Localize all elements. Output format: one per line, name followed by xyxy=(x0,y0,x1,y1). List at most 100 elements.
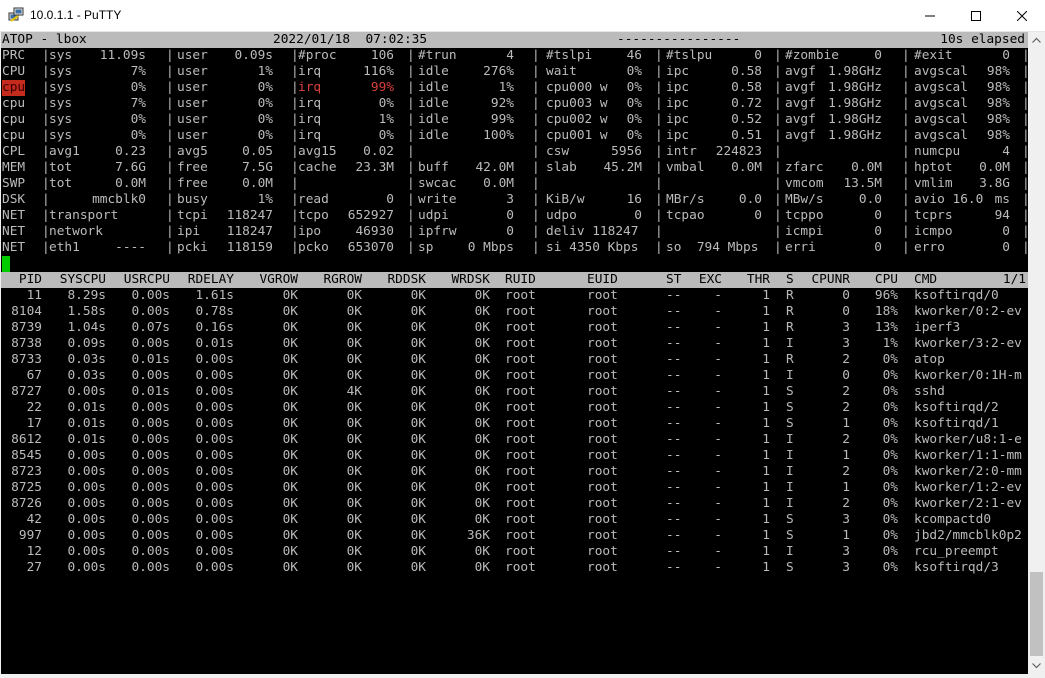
system-row-net: NET | | | | | | | | | transport tcpi 118247 tcpo 65292… xyxy=(1,208,1028,224)
process-cell: root xyxy=(505,384,536,399)
process-cell: root xyxy=(505,464,536,479)
column-separator: | xyxy=(774,144,782,159)
process-row[interactable]: 8726 0.00s 0.00s 0.00s 0K 0K 0K 0K root root -- -1 I… xyxy=(1,496,1028,512)
process-cell: root xyxy=(505,368,536,383)
scroll-down-arrow-icon xyxy=(1032,663,1041,669)
process-row[interactable]: 42 0.00s 0.00s 0.00s 0K 0K 0K 0K root root -- -1 S 3 0… xyxy=(1,512,1028,528)
process-row[interactable]: 8612 0.01s 0.00s 0.00s 0K 0K 0K 0K root root -- -1 I… xyxy=(1,432,1028,448)
process-cell: root xyxy=(505,288,536,303)
metric-value: 0 xyxy=(1002,240,1010,255)
process-cell: 0K xyxy=(474,496,490,511)
process-row[interactable]: 8104 1.58s 0.00s 0.78s 0K 0K 0K 0K root root -- -1 R… xyxy=(1,304,1028,320)
process-cell: 0K xyxy=(474,352,490,367)
metric-value: 98% xyxy=(986,112,1010,127)
column-separator: | xyxy=(532,240,540,255)
system-row-cpu: cpu | | | | | | | | | sys 0% user 0% irq 1% idle 99% cpu00… xyxy=(1,112,1028,128)
metric-value: 0 xyxy=(1002,224,1010,239)
minimize-button[interactable] xyxy=(907,0,953,31)
process-cell: 0K xyxy=(474,368,490,383)
metric-value: ms xyxy=(994,192,1010,207)
process-row[interactable]: 11 8.29s 0.00s 1.61s 0K 0K 0K 0K root root -- -1 R 0 9… xyxy=(1,288,1028,304)
process-row[interactable]: 8739 1.04s 0.07s 0.16s 0K 0K 0K 0K root root -- -1 R… xyxy=(1,320,1028,336)
maximize-button[interactable] xyxy=(953,0,999,31)
process-cell: iperf3 xyxy=(914,320,961,335)
system-row-label: NET xyxy=(2,224,26,239)
metric-value: 0 xyxy=(1002,48,1010,63)
system-row-mem: MEM | | | | | | | | | tot 7.6G free 7.5G cache 23.3M buf… xyxy=(1,160,1028,176)
process-cell: root xyxy=(505,304,536,319)
column-header-ruid: RUID xyxy=(505,272,536,287)
process-cell: 0% xyxy=(882,368,898,383)
process-cell: 0% xyxy=(882,528,898,543)
metric-value: 98% xyxy=(986,64,1010,79)
process-cell: root xyxy=(505,528,536,543)
column-header-11: 1/1 xyxy=(1002,272,1026,287)
process-row[interactable]: 8738 0.09s 0.00s 0.01s 0K 0K 0K 0K root root -- -1 I… xyxy=(1,336,1028,352)
process-cell: sshd xyxy=(914,384,945,399)
system-row-swp: SWP | | | | | | | | | tot 0.0M free 0.0M swcac 0.0M vmco… xyxy=(1,176,1028,192)
process-cell: 0% xyxy=(882,496,898,511)
minimize-icon xyxy=(925,15,935,16)
process-cell: 96% xyxy=(874,288,898,303)
process-cell: root xyxy=(505,480,536,495)
process-cell: root xyxy=(505,496,536,511)
process-row[interactable]: 8545 0.00s 0.00s 0.00s 0K 0K 0K 0K root root -- -1 I… xyxy=(1,448,1028,464)
metric-key: si 4350 Kbps xyxy=(546,240,639,255)
process-cell: 0% xyxy=(882,544,898,559)
atop-header-dashes: ---------------- xyxy=(617,32,741,48)
process-cell: 0% xyxy=(882,352,898,367)
process-cell: root xyxy=(505,432,536,447)
system-row-net: NET | | | | | | | | | eth1 ---- pcki 118159 pcko 653070… xyxy=(1,240,1028,256)
column-separator: | xyxy=(532,176,540,191)
terminal-screen[interactable]: ATOP - lbox 2022/01/18 07:02:35 --------… xyxy=(1,32,1028,674)
process-row[interactable]: 27 0.00s 0.00s 0.00s 0K 0K 0K 0K root root -- -1 S 3 0… xyxy=(1,560,1028,576)
process-cell: 0% xyxy=(882,432,898,447)
system-row-cpu: cpu | | | | | | | | | sys 0% user 0% irq 0% idle 100% cpu0… xyxy=(1,128,1028,144)
process-cell: kworker/0:1H-m xyxy=(914,368,1022,383)
metric-value: 94 xyxy=(994,208,1010,223)
column-separator: | xyxy=(655,176,663,191)
process-cell: atop xyxy=(914,352,945,367)
process-cell: kworker/3:2-ev xyxy=(914,336,1022,351)
window-titlebar[interactable]: 10.0.1.1 - PuTTY xyxy=(0,0,1045,32)
process-cell: 0K xyxy=(474,336,490,351)
process-cell: jbd2/mmcblk0p2 xyxy=(914,528,1022,543)
process-cell: ksoftirqd/1 xyxy=(914,416,999,431)
process-cell: 0K xyxy=(474,416,490,431)
vertical-scrollbar[interactable] xyxy=(1028,32,1045,674)
system-row-label: NET xyxy=(2,208,26,223)
process-row[interactable]: 17 0.01s 0.00s 0.00s 0K 0K 0K 0K root root -- -1 S 1 0… xyxy=(1,416,1028,432)
process-cell: 0% xyxy=(882,464,898,479)
column-separator: | xyxy=(655,240,663,255)
metric-value: 0.0M xyxy=(979,160,1010,175)
process-row[interactable]: 67 0.03s 0.00s 0.00s 0K 0K 0K 0K root root -- -1 I 0 0… xyxy=(1,368,1028,384)
metric-key: network xyxy=(49,224,103,239)
process-row[interactable]: 22 0.01s 0.00s 0.00s 0K 0K 0K 0K root root -- -1 S 2 0… xyxy=(1,400,1028,416)
process-row[interactable]: 8727 0.00s 0.01s 0.00s 0K 4K 0K 0K root root -- -1 S… xyxy=(1,384,1028,400)
scroll-up-button[interactable] xyxy=(1028,32,1045,49)
process-cell: 0K xyxy=(474,512,490,527)
metric-value: 98% xyxy=(986,96,1010,111)
process-cell: 13% xyxy=(874,320,898,335)
scroll-down-button[interactable] xyxy=(1028,657,1045,674)
process-row[interactable]: 8733 0.03s 0.01s 0.00s 0K 0K 0K 0K root root -- -1 R… xyxy=(1,352,1028,368)
process-cell: 0% xyxy=(882,400,898,415)
process-row[interactable]: 8725 0.00s 0.00s 0.00s 0K 0K 0K 0K root root -- -1 I… xyxy=(1,480,1028,496)
process-cell: 0% xyxy=(882,448,898,463)
metric-value: 0 Mbps xyxy=(467,240,514,255)
close-button[interactable] xyxy=(999,0,1045,31)
process-cell: ksoftirqd/2 xyxy=(914,400,999,415)
column-header-wrdsk: WRDSK xyxy=(451,272,490,287)
system-row-cpu: CPU | | | | | | | | | sys 7% user 1% irq 116% idle 276% wa… xyxy=(1,64,1028,80)
process-cell: 0K xyxy=(474,544,490,559)
process-row[interactable]: 997 0.00s 0.00s 0.00s 0K 0K 0K 36K root root -- -1 S… xyxy=(1,528,1028,544)
scrollbar-thumb[interactable] xyxy=(1030,572,1043,656)
column-separator: | xyxy=(407,144,415,159)
process-row[interactable]: 12 0.00s 0.00s 0.00s 0K 0K 0K 0K root root -- -1 I 3 0… xyxy=(1,544,1028,560)
process-row[interactable]: 8723 0.00s 0.00s 0.00s 0K 0K 0K 0K root root -- -1 I… xyxy=(1,464,1028,480)
process-cell: root xyxy=(505,512,536,527)
process-cell: 0K xyxy=(474,304,490,319)
process-cell: ksoftirqd/3 xyxy=(914,560,999,575)
scroll-up-arrow-icon xyxy=(1032,37,1041,43)
process-cell: rcu_preempt xyxy=(914,544,999,559)
